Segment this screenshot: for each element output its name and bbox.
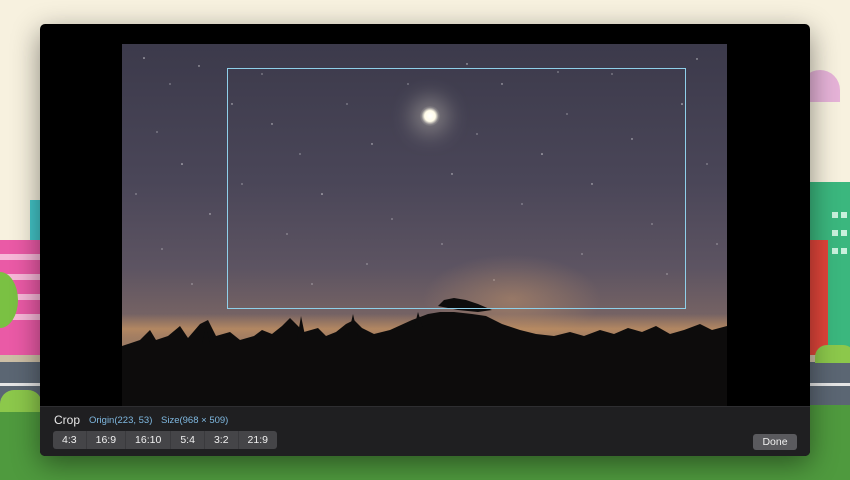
background-bush [0, 390, 42, 412]
ratio-16-9-button[interactable]: 16:9 [87, 431, 127, 449]
ratio-3-2-button[interactable]: 3:2 [205, 431, 239, 449]
background-bush [815, 345, 850, 363]
size-readout: Size(968 × 509) [161, 415, 229, 426]
background-building-red [808, 240, 828, 360]
crop-toolbar: Crop Origin(223, 53) Size(968 × 509) 4:3… [40, 406, 810, 456]
done-button[interactable]: Done [753, 434, 797, 450]
photo-canvas [122, 44, 727, 406]
origin-readout: Origin(223, 53) [89, 415, 153, 426]
ratio-16-10-button[interactable]: 16:10 [126, 431, 172, 449]
crop-title: Crop [54, 413, 81, 427]
crop-selection-frame[interactable] [227, 68, 686, 309]
ratio-5-4-button[interactable]: 5:4 [171, 431, 205, 449]
ratio-21-9-button[interactable]: 21:9 [239, 431, 277, 449]
ratio-4-3-button[interactable]: 4:3 [53, 431, 87, 449]
crop-window: Crop Origin(223, 53) Size(968 × 509) 4:3… [40, 24, 810, 456]
aspect-ratio-group: 4:3 16:9 16:10 5:4 3:2 21:9 [53, 431, 277, 449]
